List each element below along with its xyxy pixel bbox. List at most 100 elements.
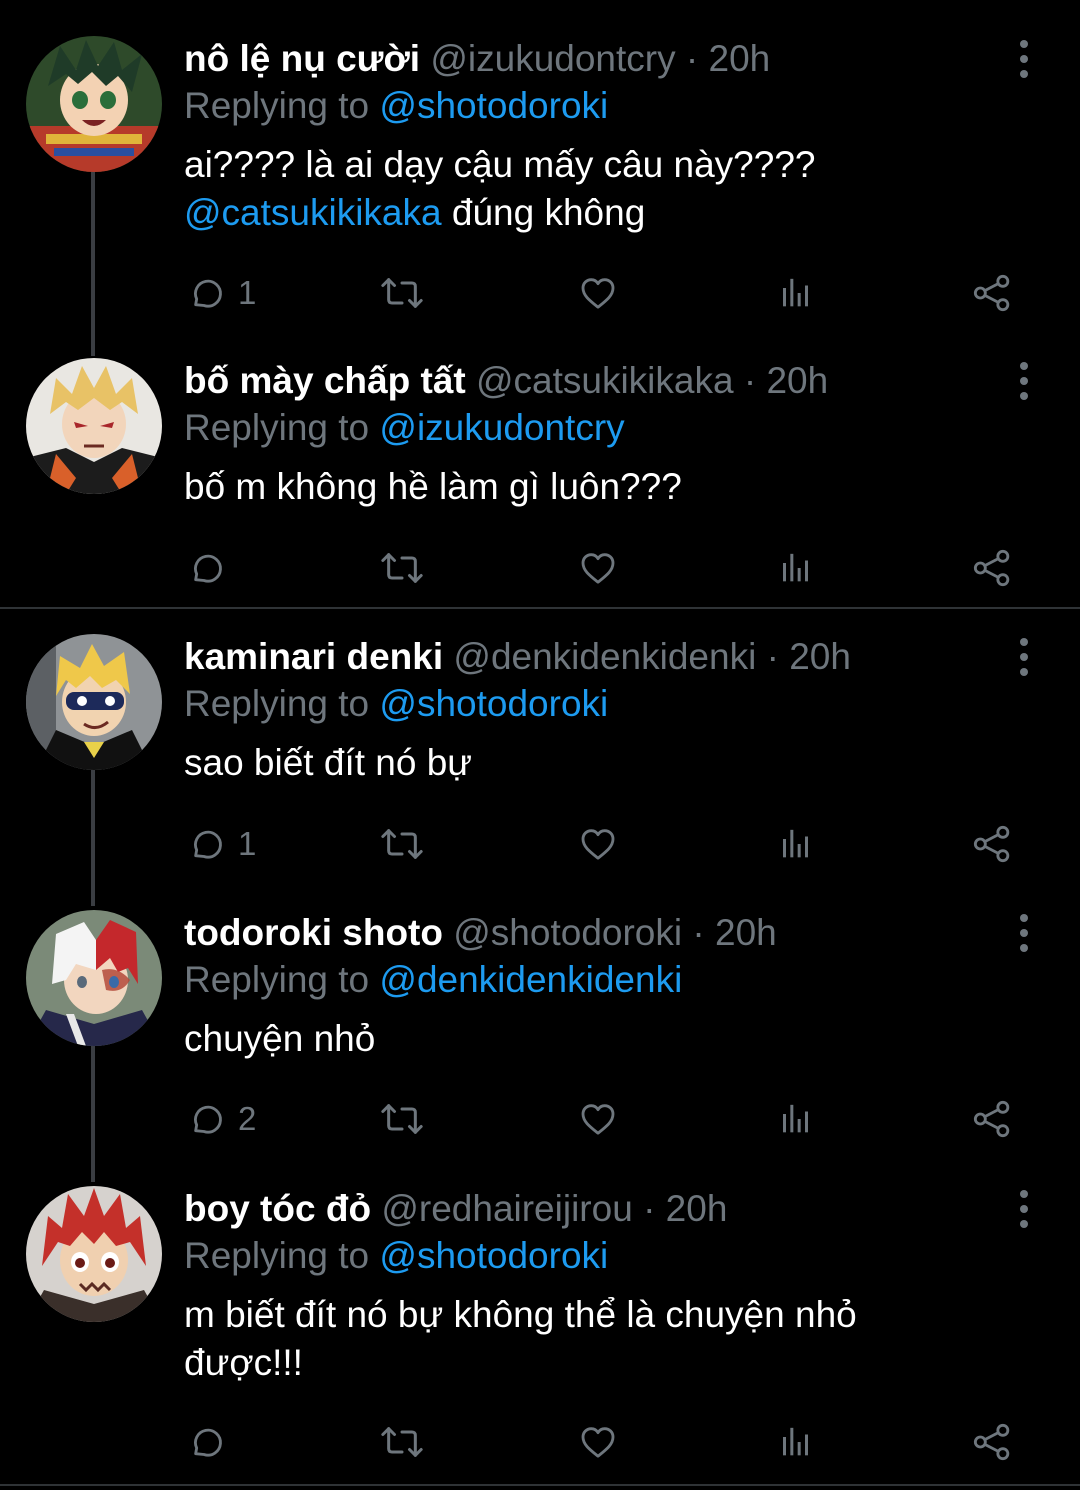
reply-count: 1 xyxy=(238,825,257,862)
reply-button[interactable]: 1 xyxy=(184,821,256,867)
like-button[interactable] xyxy=(578,270,618,316)
bottom-divider xyxy=(0,1484,1080,1486)
reply-button[interactable]: 1 xyxy=(184,270,256,316)
avatar[interactable] xyxy=(26,36,162,172)
stats-button[interactable] xyxy=(776,1096,816,1142)
avatar[interactable] xyxy=(26,634,162,770)
tweet-header: kaminari denki @denkidenkidenki · 20h xyxy=(184,634,1020,680)
retweet-icon xyxy=(380,548,424,588)
more-icon[interactable] xyxy=(1012,36,1036,82)
retweet-icon xyxy=(380,824,424,864)
display-name[interactable]: nô lệ nụ cười xyxy=(184,38,420,79)
retweet-button[interactable] xyxy=(380,821,424,867)
more-icon[interactable] xyxy=(1012,634,1036,680)
stats-icon xyxy=(776,548,816,588)
share-icon xyxy=(972,273,1012,313)
like-icon xyxy=(578,1099,618,1139)
avatar[interactable] xyxy=(26,358,162,494)
text-mention[interactable]: @catsukikikaka xyxy=(184,192,442,233)
like-button[interactable] xyxy=(578,1096,618,1142)
stats-button[interactable] xyxy=(776,270,816,316)
tweet-text-line: ai???? là ai dạy cậu mấy câu này???? xyxy=(184,144,816,185)
replying-to: Replying to @denkidenkidenki xyxy=(184,957,1020,1003)
reply-button[interactable]: 2 xyxy=(184,1096,256,1142)
replying-to-label: Replying to xyxy=(184,407,370,448)
handle[interactable]: @catsukikikaka xyxy=(476,360,734,401)
tweet-header: nô lệ nụ cười @izukudontcry · 20h xyxy=(184,36,1020,82)
share-button[interactable] xyxy=(972,545,1012,591)
replying-to: Replying to @izukudontcry xyxy=(184,405,1020,451)
timestamp[interactable]: · 20h xyxy=(767,636,851,677)
like-icon xyxy=(578,1422,618,1462)
replying-to-label: Replying to xyxy=(184,683,370,724)
reply-icon xyxy=(184,1099,224,1139)
share-button[interactable] xyxy=(972,1096,1012,1142)
like-button[interactable] xyxy=(578,545,618,591)
reply-icon xyxy=(184,1422,224,1462)
stats-button[interactable] xyxy=(776,545,816,591)
handle[interactable]: @shotodoroki xyxy=(453,912,682,953)
reply-icon xyxy=(184,273,224,313)
avatar[interactable] xyxy=(26,1186,162,1322)
share-icon xyxy=(972,1099,1012,1139)
retweet-icon xyxy=(380,273,424,313)
thread-line xyxy=(91,170,95,356)
share-button[interactable] xyxy=(972,821,1012,867)
share-icon xyxy=(972,1422,1012,1462)
action-bar: 1 xyxy=(184,821,1024,867)
reply-icon xyxy=(184,548,224,588)
retweet-icon xyxy=(380,1422,424,1462)
timestamp[interactable]: · 20h xyxy=(686,38,770,79)
display-name[interactable]: todoroki shoto xyxy=(184,912,443,953)
timestamp[interactable]: · 20h xyxy=(744,360,828,401)
display-name[interactable]: boy tóc đỏ xyxy=(184,1188,371,1229)
action-bar: 1 xyxy=(184,270,1024,316)
like-icon xyxy=(578,824,618,864)
replying-to-label: Replying to xyxy=(184,1235,370,1276)
stats-button[interactable] xyxy=(776,821,816,867)
thread-line xyxy=(91,1046,95,1182)
more-icon[interactable] xyxy=(1012,910,1036,956)
action-bar xyxy=(184,545,1024,591)
stats-button[interactable] xyxy=(776,1419,816,1465)
timestamp[interactable]: · 20h xyxy=(692,912,776,953)
action-bar: 2 xyxy=(184,1096,1024,1142)
thread-line xyxy=(91,770,95,906)
replying-to: Replying to @shotodoroki xyxy=(184,1233,1020,1279)
reply-button[interactable] xyxy=(184,545,238,591)
conversation-divider xyxy=(0,607,1080,609)
stats-icon xyxy=(776,1099,816,1139)
share-button[interactable] xyxy=(972,270,1012,316)
handle[interactable]: @redhaireijirou xyxy=(381,1188,632,1229)
like-button[interactable] xyxy=(578,1419,618,1465)
action-bar xyxy=(184,1419,1024,1465)
replying-to-mention[interactable]: @shotodoroki xyxy=(379,85,608,126)
replying-to-mention[interactable]: @shotodoroki xyxy=(379,683,608,724)
tweet-text-rest: đúng không xyxy=(441,192,646,233)
display-name[interactable]: kaminari denki xyxy=(184,636,443,677)
timestamp[interactable]: · 20h xyxy=(643,1188,727,1229)
like-button[interactable] xyxy=(578,821,618,867)
avatar[interactable] xyxy=(26,910,162,1046)
retweet-button[interactable] xyxy=(380,1096,424,1142)
tweet-text-line: @catsukikikaka đúng không xyxy=(184,189,1020,237)
share-button[interactable] xyxy=(972,1419,1012,1465)
handle[interactable]: @denkidenkidenki xyxy=(453,636,756,677)
replying-to-label: Replying to xyxy=(184,85,370,126)
replying-to-mention[interactable]: @izukudontcry xyxy=(379,407,624,448)
more-icon[interactable] xyxy=(1012,358,1036,404)
retweet-button[interactable] xyxy=(380,270,424,316)
replying-to: Replying to @shotodoroki xyxy=(184,681,1020,727)
reply-button[interactable] xyxy=(184,1419,238,1465)
display-name[interactable]: bố mày chấp tất xyxy=(184,360,466,401)
reply-count: 2 xyxy=(238,1100,257,1137)
replying-to-mention[interactable]: @denkidenkidenki xyxy=(379,959,682,1000)
more-icon[interactable] xyxy=(1012,1186,1036,1232)
handle[interactable]: @izukudontcry xyxy=(430,38,675,79)
tweet-text: m biết đít nó bự không thể là chuyện nhỏ… xyxy=(184,1291,1020,1387)
tweet-text: bố m không hề làm gì luôn??? xyxy=(184,466,682,507)
retweet-button[interactable] xyxy=(380,1419,424,1465)
replying-to-mention[interactable]: @shotodoroki xyxy=(379,1235,608,1276)
retweet-button[interactable] xyxy=(380,545,424,591)
stats-icon xyxy=(776,1422,816,1462)
